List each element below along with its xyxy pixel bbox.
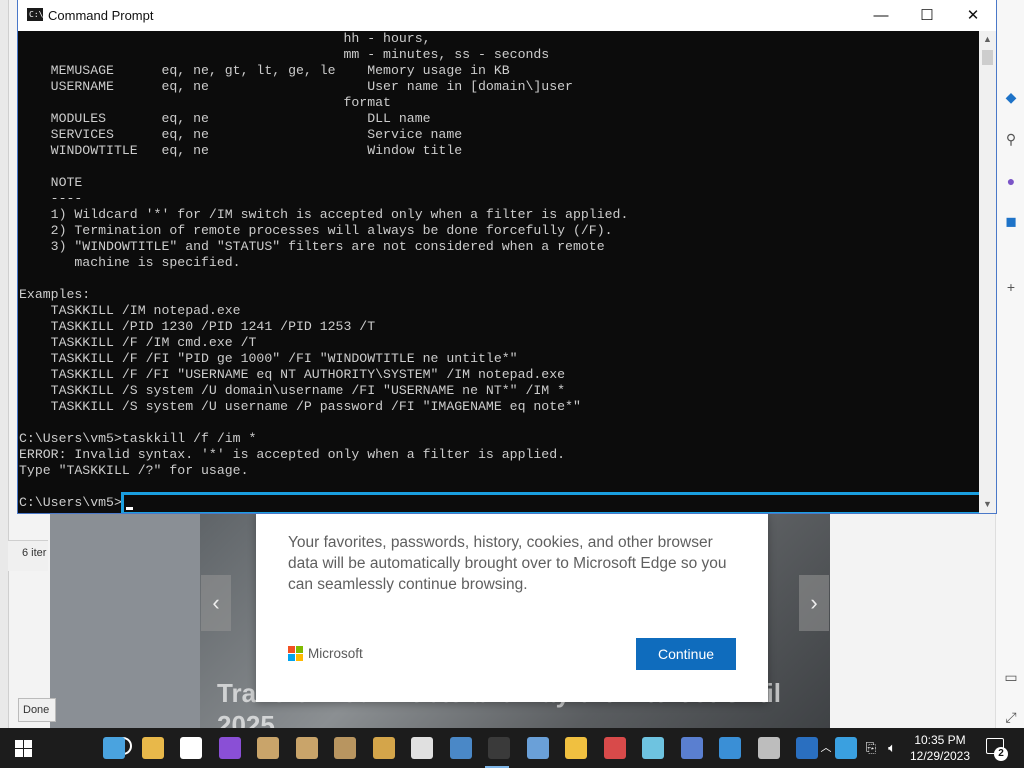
cmd-app-icon[interactable]: C:\ xyxy=(27,8,43,21)
taskbar-app-notebook[interactable] xyxy=(633,728,669,768)
taskbar-app-display[interactable] xyxy=(710,728,746,768)
taskbar-app-compass[interactable] xyxy=(402,728,438,768)
taskbar-app-game[interactable] xyxy=(210,728,246,768)
archive-icon xyxy=(257,737,279,759)
microsoft-logo-icon xyxy=(288,646,304,662)
notebook-icon xyxy=(642,737,664,759)
dialog-message: Your favorites, passwords, history, cook… xyxy=(288,534,727,593)
explorer-item-count: 6 iter xyxy=(22,547,47,559)
search-sidebar-icon[interactable]: ⚲ xyxy=(1002,130,1020,148)
taskbar-app-powershell[interactable] xyxy=(787,728,823,768)
taskbar-app-disk-tool[interactable] xyxy=(364,728,400,768)
scroll-up-icon[interactable]: ▲ xyxy=(979,31,996,48)
clock-time: 10:35 PM xyxy=(914,733,966,747)
file-manager-icon xyxy=(565,737,587,759)
printer-icon xyxy=(758,737,780,759)
close-button[interactable]: ✕ xyxy=(950,0,996,31)
explorer-icon xyxy=(142,737,164,759)
title-bar[interactable]: C:\ Command Prompt — ☐ ✕ xyxy=(18,0,996,31)
control-panel-icon xyxy=(527,737,549,759)
taskbar-app-archive[interactable] xyxy=(248,728,284,768)
archive-icon-2 xyxy=(296,737,318,759)
disk-tool-icon xyxy=(373,737,395,759)
search-button[interactable] xyxy=(52,728,132,768)
copilot-icon[interactable]: ◆ xyxy=(1002,88,1020,106)
taskbar-app-remote[interactable] xyxy=(826,728,862,768)
volume-muted-icon[interactable]: 🔈︎ xyxy=(884,728,900,768)
taskbar-app-printer[interactable] xyxy=(749,728,785,768)
clock-date: 12/29/2023 xyxy=(909,749,971,763)
vertical-scrollbar[interactable]: ▲ ▼ xyxy=(979,31,996,513)
edge-import-dialog: Your favorites, passwords, history, cook… xyxy=(256,512,768,702)
compass-icon xyxy=(411,737,433,759)
taskbar-app-task-view[interactable] xyxy=(94,728,130,768)
command-input[interactable] xyxy=(121,492,979,513)
network-tray-icon[interactable]: ⎘ xyxy=(862,728,880,768)
taskbar-app-network[interactable] xyxy=(672,728,708,768)
drive-icon xyxy=(450,737,472,759)
taskbar-app-drive[interactable] xyxy=(441,728,477,768)
remote-icon xyxy=(835,737,857,759)
carousel-prev-button[interactable]: ‹ xyxy=(201,575,231,631)
explorer-window-edge xyxy=(0,0,9,728)
display-icon xyxy=(719,737,741,759)
text-cursor xyxy=(126,507,133,510)
command-prompt: C:\Users\vm5> xyxy=(19,495,122,510)
shopping-icon[interactable]: ● xyxy=(1002,172,1020,190)
camera-icon xyxy=(180,737,202,759)
clock[interactable]: 10:35 PM 12/29/2023 xyxy=(906,732,974,764)
sidebar-toggle-icon[interactable]: ▭ xyxy=(1002,668,1020,686)
scrollbar-thumb[interactable] xyxy=(982,50,993,65)
game-icon xyxy=(219,737,241,759)
notification-badge: 2 xyxy=(994,747,1008,761)
settings-sidebar-icon[interactable]: ⤢ xyxy=(1002,708,1020,726)
microsoft-brand-text: Microsoft xyxy=(308,646,363,661)
taskbar-app-file-manager[interactable] xyxy=(556,728,592,768)
taskbar-app-command-prompt[interactable] xyxy=(479,728,515,768)
paint-icon xyxy=(604,737,626,759)
scroll-down-icon[interactable]: ▼ xyxy=(979,496,996,513)
taskbar-app-control-panel[interactable] xyxy=(518,728,554,768)
taskbar-app-archive-icon-2[interactable] xyxy=(287,728,323,768)
maximize-button[interactable]: ☐ xyxy=(904,0,950,31)
explorer-status-bar: 6 iter xyxy=(8,540,48,571)
taskbar-app-camera[interactable] xyxy=(171,728,207,768)
console-text: hh - hours, mm - minutes, ss - seconds M… xyxy=(19,31,629,478)
powershell-icon xyxy=(796,737,818,759)
edge-sidebar: ◆ ⚲ ● ◼ + ▭ ⤢ xyxy=(995,0,1024,728)
taskbar: ︿ ^ ⎘ 🔈︎ 10:35 PM 12/29/2023 2 xyxy=(0,728,1024,768)
command-prompt-window[interactable]: C:\ Command Prompt — ☐ ✕ hh - hours, mm … xyxy=(18,0,996,513)
task-view-icon xyxy=(103,737,125,759)
taskbar-app-paint[interactable] xyxy=(595,728,631,768)
window-title: Command Prompt xyxy=(48,8,154,23)
done-button[interactable]: Done xyxy=(18,698,56,722)
outlook-icon[interactable]: ◼ xyxy=(1002,212,1020,230)
archive-icon-3 xyxy=(334,737,356,759)
add-sidebar-icon[interactable]: + xyxy=(1002,278,1020,296)
start-button[interactable] xyxy=(4,728,40,768)
taskbar-app-archive-icon-3[interactable] xyxy=(325,728,361,768)
taskbar-app-explorer[interactable] xyxy=(133,728,169,768)
network-icon xyxy=(681,737,703,759)
minimize-button[interactable]: — xyxy=(858,0,904,31)
console-output[interactable]: hh - hours, mm - minutes, ss - seconds M… xyxy=(19,31,979,513)
continue-button[interactable]: Continue xyxy=(636,638,736,670)
carousel-next-button[interactable]: › xyxy=(799,575,829,631)
command-prompt-icon xyxy=(488,737,510,759)
